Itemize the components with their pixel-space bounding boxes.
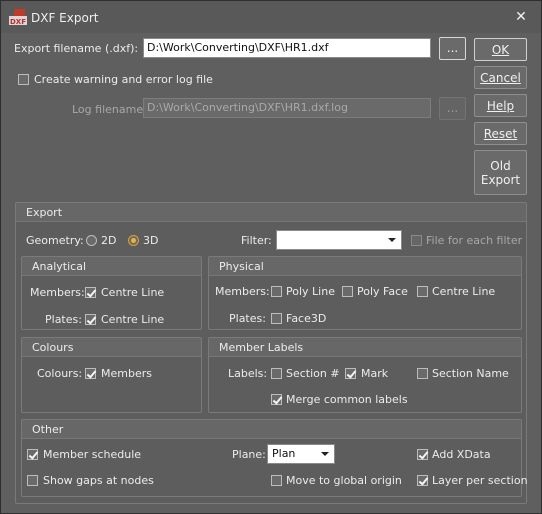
analytical-plates-centre-line-label: Centre Line xyxy=(101,313,165,326)
merge-labels-checkbox[interactable] xyxy=(271,394,282,405)
title-bar[interactable]: DXF DXF Export ✕ xyxy=(1,1,541,33)
other-title: Other xyxy=(32,423,64,436)
old-export-label-2: Export xyxy=(480,173,521,187)
analytical-plates-label: Plates: xyxy=(45,313,82,326)
poly-face-checkbox[interactable] xyxy=(342,286,353,297)
poly-face-label: Poly Face xyxy=(357,285,408,298)
section-number-checkbox[interactable] xyxy=(271,368,282,379)
analytical-members-centre-line-checkbox[interactable] xyxy=(85,287,96,298)
dxf-icon: DXF xyxy=(9,9,27,25)
export-group-header: Export xyxy=(16,203,526,222)
help-button-label: Help xyxy=(486,99,515,113)
physical-plates-label: Plates: xyxy=(229,312,266,325)
face3d-label: Face3D xyxy=(286,312,327,325)
poly-line-label: Poly Line xyxy=(286,285,335,298)
svg-text:DXF: DXF xyxy=(10,18,26,25)
old-export-label-1: Old xyxy=(490,159,511,173)
reset-button[interactable]: Reset xyxy=(474,122,527,145)
export-filename-field[interactable]: D:\Work\Converting\DXF\HR1.dxf xyxy=(143,38,431,58)
chevron-down-icon xyxy=(321,452,329,456)
log-filename-label: Log filename: xyxy=(72,103,147,116)
close-icon[interactable]: ✕ xyxy=(513,9,529,25)
filter-dropdown[interactable] xyxy=(276,230,402,250)
reset-button-label: Reset xyxy=(483,127,518,141)
section-name-label: Section Name xyxy=(432,367,509,380)
analytical-plates-centre-line-checkbox[interactable] xyxy=(85,314,96,325)
plane-dropdown[interactable]: Plan xyxy=(267,444,335,464)
labels-label: Labels: xyxy=(228,367,268,380)
browse-export-button[interactable]: ... xyxy=(439,37,466,60)
geometry-label: Geometry: xyxy=(26,234,84,247)
old-export-button[interactable]: Old Export xyxy=(474,150,527,195)
create-log-checkbox[interactable] xyxy=(18,74,29,85)
mark-label: Mark xyxy=(361,367,389,380)
layer-per-section-label: Layer per section xyxy=(432,474,528,487)
ok-button[interactable]: OK xyxy=(474,38,527,61)
show-gaps-label: Show gaps at nodes xyxy=(43,474,154,487)
help-button[interactable]: Help xyxy=(474,94,527,117)
colours-title: Colours xyxy=(32,341,74,354)
cancel-button-label: Cancel xyxy=(480,71,521,85)
physical-title: Physical xyxy=(219,260,264,273)
show-gaps-checkbox[interactable] xyxy=(27,475,38,486)
colours-members-checkbox[interactable] xyxy=(85,368,96,379)
geometry-3d-label: 3D xyxy=(143,234,159,247)
chevron-down-icon xyxy=(388,238,396,242)
plane-value: Plan xyxy=(272,447,296,460)
add-xdata-label: Add XData xyxy=(432,448,491,461)
colours-label: Colours: xyxy=(37,367,83,380)
physical-header: Physical xyxy=(209,257,521,276)
physical-centre-line-checkbox[interactable] xyxy=(417,286,428,297)
geometry-2d-label: 2D xyxy=(101,234,117,247)
file-each-filter-label: File for each filter xyxy=(426,234,523,247)
cancel-button[interactable]: Cancel xyxy=(474,66,527,89)
export-group-title: Export xyxy=(26,206,63,219)
create-log-label: Create warning and error log file xyxy=(34,73,213,86)
colours-header: Colours xyxy=(22,338,201,357)
member-labels-title: Member Labels xyxy=(219,341,304,354)
filter-label: Filter: xyxy=(241,234,272,247)
other-header: Other xyxy=(22,420,521,439)
browse-log-button[interactable]: ... xyxy=(439,97,466,120)
geometry-3d-radio[interactable] xyxy=(128,235,139,246)
face3d-checkbox[interactable] xyxy=(271,313,282,324)
geometry-2d-radio[interactable] xyxy=(86,235,97,246)
member-labels-header: Member Labels xyxy=(209,338,521,357)
physical-centre-line-label: Centre Line xyxy=(432,285,496,298)
export-filename-label: Export filename (.dxf): xyxy=(14,42,139,55)
merge-labels-label: Merge common labels xyxy=(286,393,408,406)
member-schedule-label: Member schedule xyxy=(43,448,142,461)
file-each-filter-checkbox[interactable] xyxy=(411,235,422,246)
analytical-members-label: Members: xyxy=(30,286,85,299)
member-schedule-checkbox[interactable] xyxy=(27,449,38,460)
analytical-members-centre-line-label: Centre Line xyxy=(101,286,165,299)
log-filename-field[interactable]: D:\Work\Converting\DXF\HR1.dxf.log xyxy=(143,98,431,118)
colours-members-label: Members xyxy=(101,367,152,380)
physical-members-label: Members: xyxy=(215,285,270,298)
ok-button-label: OK xyxy=(491,43,510,57)
move-origin-checkbox[interactable] xyxy=(271,475,282,486)
section-name-checkbox[interactable] xyxy=(417,368,428,379)
section-number-label: Section # xyxy=(286,367,340,380)
layer-per-section-checkbox[interactable] xyxy=(417,475,428,486)
analytical-title: Analytical xyxy=(32,260,87,273)
move-origin-label: Move to global origin xyxy=(286,474,402,487)
plane-label: Plane: xyxy=(232,448,266,461)
add-xdata-checkbox[interactable] xyxy=(417,449,428,460)
mark-checkbox[interactable] xyxy=(345,368,356,379)
dxf-export-dialog: DXF DXF Export ✕ Export filename (.dxf):… xyxy=(0,0,542,514)
poly-line-checkbox[interactable] xyxy=(271,286,282,297)
window-title: DXF Export xyxy=(31,11,99,25)
analytical-header: Analytical xyxy=(22,257,201,276)
